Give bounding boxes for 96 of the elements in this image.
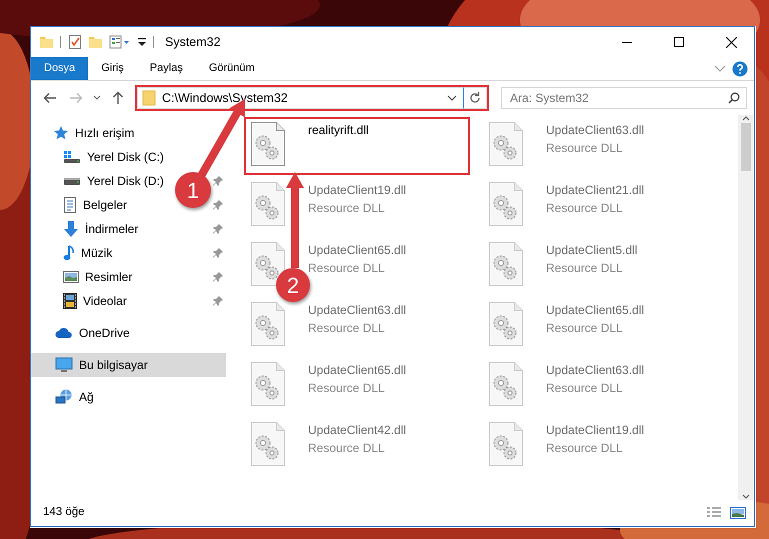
file-name[interactable]: UpdateClient63.dll [308,301,406,319]
large-icons-view-icon[interactable] [730,506,746,520]
monitor-icon [55,357,73,373]
dll-gears-icon[interactable] [488,421,524,467]
network-globe-icon [55,389,73,405]
folder-icon [39,34,54,50]
back-arrow-icon [43,92,57,104]
file-name[interactable]: UpdateClient65.dll [546,301,644,319]
search-icon [728,92,740,104]
expand-ribbon-icon[interactable] [714,64,726,72]
help-icon[interactable] [732,60,748,76]
scroll-down-icon [742,494,750,500]
file-name[interactable]: UpdateClient63.dll [546,361,644,379]
file-name[interactable]: UpdateClient19.dll [308,181,406,199]
separator-icon [153,34,155,50]
pin-icon[interactable] [212,199,224,211]
file-type: Resource DLL [308,260,386,277]
refresh-button[interactable] [463,87,487,109]
file-type: Resource DLL [308,380,386,397]
file-type: Resource DLL [546,440,624,457]
caret-icon [93,95,101,101]
close-icon [726,36,736,48]
scroll-up-icon [742,115,750,121]
drive-icon [63,150,81,164]
nav-item[interactable]: Yerel Disk (C:) [31,145,171,169]
forward-arrow-icon [69,92,83,104]
pin-icon[interactable] [212,223,224,235]
window-title: System32 [165,34,222,51]
dll-gears-icon[interactable] [250,241,286,287]
file-name[interactable]: UpdateClient63.dll [546,121,644,139]
address-path: C:\Windows\System32 [162,90,289,107]
drive-icon [63,178,81,184]
dll-gears-icon[interactable] [250,181,286,227]
dll-gears-icon[interactable] [250,301,286,347]
document-icon [63,197,77,213]
nav-item[interactable]: Müzik [31,241,171,265]
dll-gears-icon[interactable] [488,121,524,167]
file-type: Resource DLL [308,200,386,217]
file-name[interactable]: UpdateClient19.dll [546,421,644,439]
dll-gears-icon[interactable] [250,421,286,467]
file-name[interactable]: realityrift.dll [308,121,369,139]
search-field[interactable]: Ara: System32 [501,87,747,109]
maximize-icon [674,37,684,47]
dll-gears-icon[interactable] [488,181,524,227]
nav-item[interactable]: Ağ [31,385,226,409]
nav-item[interactable]: Resimler [31,265,171,289]
item-count: 143 öğe [43,505,86,520]
cloud-icon [55,327,73,339]
landscape-picture-icon [63,270,79,284]
nav-item[interactable]: Videolar [31,289,171,313]
separator-icon [60,34,62,50]
pin-icon[interactable] [212,271,224,283]
nav-item[interactable]: Belgeler [31,193,171,217]
nav-item[interactable]: İndirmeler [31,217,171,241]
dll-gears-icon[interactable] [488,361,524,407]
scrollbar-thumb[interactable] [741,123,751,171]
pin-icon[interactable] [212,295,224,307]
folder-icon [142,90,156,106]
file-name[interactable]: UpdateClient5.dll [546,241,638,259]
file-name[interactable]: UpdateClient42.dll [308,421,406,439]
file-type: Resource DLL [546,200,624,217]
download-arrow-icon [63,221,79,237]
file-name[interactable]: UpdateClient65.dll [308,361,406,379]
star-icon [53,125,69,141]
properties-icon[interactable] [109,34,131,50]
nav-item[interactable]: Bu bilgisayar [31,353,226,377]
scrollbar[interactable] [738,115,754,500]
dll-gears-icon[interactable] [250,121,286,167]
ribbon-tab[interactable]: Dosya [31,57,88,80]
file-type: Resource DLL [308,320,386,337]
ribbon-tab[interactable]: Giriş [88,57,137,80]
address-field[interactable]: C:\Windows\System32 [137,87,463,109]
file-type: Resource DLL [546,380,624,397]
file-type: Resource DLL [546,260,624,277]
ribbon-tab[interactable]: Paylaş [136,57,196,80]
new-folder-icon[interactable] [88,34,103,50]
refresh-icon [469,92,481,104]
pin-icon[interactable] [212,175,224,187]
file-type: Resource DLL [546,140,624,157]
dropdown-caret-icon[interactable] [447,95,457,101]
dll-gears-icon[interactable] [488,241,524,287]
dll-gears-icon[interactable] [250,361,286,407]
file-type: Resource DLL [308,440,386,457]
nav-item[interactable]: Hızlı erişim [31,121,226,145]
nav-item[interactable]: Yerel Disk (D:) [31,169,171,193]
pin-icon[interactable] [212,247,224,259]
file-type: Resource DLL [546,320,624,337]
film-strip-icon [63,293,77,309]
up-arrow-icon [112,91,124,105]
file-name[interactable]: UpdateClient65.dll [308,241,406,259]
music-note-icon [63,245,75,261]
ribbon-tab[interactable]: Görünüm [196,57,268,80]
nav-item[interactable]: OneDrive [31,321,226,345]
file-name[interactable]: UpdateClient21.dll [546,181,644,199]
dll-gears-icon[interactable] [488,301,524,347]
checklist-icon[interactable] [68,34,82,50]
